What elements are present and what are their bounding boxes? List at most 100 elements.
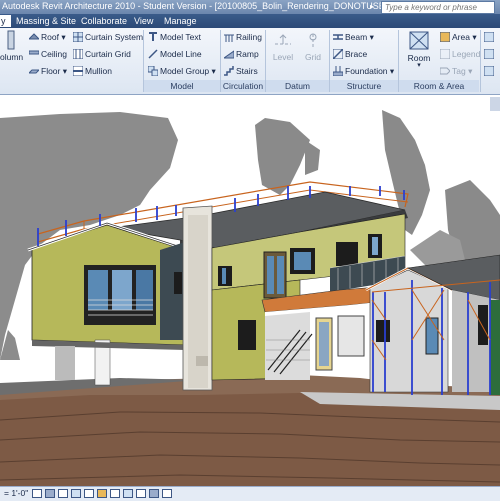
stairs-button[interactable]: Stairs [224, 65, 258, 78]
window-pane [136, 270, 153, 310]
upper-window [336, 242, 358, 266]
curtain-system-button[interactable]: Curtain System [73, 31, 143, 44]
tab-collaborate[interactable]: Collaborate [81, 15, 127, 27]
stairs-icon [224, 66, 234, 76]
roof-button[interactable]: Roof ▾ [29, 31, 66, 44]
3d-viewport[interactable] [0, 95, 500, 486]
floor-icon [29, 69, 39, 74]
ribbon: olumn Roof ▾ Ceiling Floor ▾ Curtain Sys… [0, 28, 500, 95]
structure-panel-label: Structure [330, 80, 398, 92]
mullion-button[interactable]: Mullion [73, 65, 112, 78]
foundation-button[interactable]: Foundation ▾ [333, 65, 394, 78]
brace-button[interactable]: Brace [333, 48, 367, 61]
clipped-tool-button[interactable] [484, 31, 496, 44]
legend-icon [440, 49, 450, 59]
datum-panel-label: Datum [266, 80, 329, 92]
curtain-grid-button[interactable]: Curtain Grid [73, 48, 131, 61]
grid-button[interactable]: Grid [301, 32, 325, 62]
room-icon [409, 31, 429, 50]
floor-button[interactable]: Floor ▾ [29, 65, 67, 78]
undercroft [55, 346, 75, 380]
clipped-tool-button[interactable] [484, 48, 496, 61]
analysis-icon[interactable] [149, 489, 159, 498]
roof-label: Roof [41, 32, 59, 42]
railing-icon [224, 34, 234, 42]
brace-label: Brace [345, 49, 368, 59]
area-button[interactable]: Area ▾ [440, 31, 477, 44]
tag-label: Tag [452, 66, 466, 76]
tab-view[interactable]: View [134, 15, 153, 27]
model-line-button[interactable]: Model Line [148, 48, 202, 61]
right-window [478, 305, 488, 345]
curtain-system-icon [73, 32, 83, 42]
railing-button[interactable]: Railing [224, 31, 262, 44]
view-control-bar: = 1'-0" [0, 486, 500, 501]
temporary-hide-icon[interactable] [123, 489, 133, 498]
door-glass [319, 322, 329, 366]
lower-window [238, 320, 256, 350]
column-icon [7, 30, 15, 50]
tool-icon [484, 49, 494, 59]
model-text-button[interactable]: Model Text [148, 31, 201, 44]
level-icon [275, 34, 291, 45]
level-label: Level [272, 52, 294, 62]
stairs-label: Stairs [236, 66, 258, 76]
tag-button[interactable]: Tag ▾ [440, 65, 472, 78]
model-group-button[interactable]: Model Group ▾ [148, 65, 216, 78]
curtain-system-label: Curtain System [85, 32, 144, 42]
window-pane [372, 237, 378, 255]
lower-wall-panel [337, 315, 365, 357]
curtain-grid-label: Curtain Grid [85, 49, 131, 59]
model-text-label: Model Text [160, 32, 201, 42]
tab-home[interactable]: y [0, 15, 11, 27]
grid-icon [309, 33, 317, 48]
floor-label: Floor [41, 66, 61, 76]
tool-icon [484, 66, 494, 76]
view-option-icon[interactable] [162, 489, 172, 498]
reveal-hidden-icon[interactable] [136, 489, 146, 498]
beam-button[interactable]: Beam ▾ [333, 31, 374, 44]
tab-massing-site[interactable]: Massing & Site [16, 15, 76, 27]
model-panel-label: Model [144, 80, 220, 92]
search-box[interactable] [381, 1, 495, 14]
search-input[interactable] [382, 2, 494, 13]
mullion-label: Mullion [85, 66, 112, 76]
grid-label: Grid [304, 52, 322, 62]
ramp-icon [224, 50, 234, 59]
ceiling-label: Ceiling [41, 49, 67, 59]
crop-region-icon[interactable] [97, 489, 107, 498]
window-pane [88, 270, 108, 310]
room-area-panel-label: Room & Area [399, 80, 479, 92]
chimney-detail [196, 356, 208, 366]
tab-manage[interactable]: Manage [164, 15, 197, 27]
legend-label: Legend [452, 49, 481, 59]
ceiling-icon [29, 50, 39, 55]
crop-icon[interactable] [84, 489, 94, 498]
window-pane [112, 270, 132, 310]
area-label: Area [452, 32, 470, 42]
expand-arrow-icon[interactable]: ▸ [370, 2, 379, 11]
lock-view-icon[interactable] [110, 489, 120, 498]
building-3d-model[interactable] [0, 95, 500, 486]
room-button[interactable]: Room ▾ [404, 31, 434, 69]
scale-readout[interactable]: = 1'-0" [4, 488, 28, 498]
right-door [425, 317, 439, 355]
circulation-panel-label: Circulation [221, 80, 265, 92]
window-title: Autodesk Revit Architecture 2010 - Stude… [2, 1, 429, 11]
level-button[interactable]: Level [270, 32, 296, 62]
title-bar: Autodesk Revit Architecture 2010 - Stude… [0, 0, 500, 15]
viewport-scrollbar[interactable] [490, 97, 500, 111]
tree-silhouette [305, 140, 320, 175]
foundation-label: Foundation [345, 66, 388, 76]
ceiling-button[interactable]: Ceiling [29, 48, 67, 61]
curtain-grid-icon [73, 49, 83, 59]
detail-level-icon[interactable] [32, 489, 42, 498]
ramp-button[interactable]: Ramp [224, 48, 259, 61]
visual-style-icon[interactable] [45, 489, 55, 498]
legend-button[interactable]: Legend [440, 48, 480, 61]
clipped-tool-button[interactable] [484, 65, 496, 78]
render-icon[interactable] [71, 489, 81, 498]
column-button[interactable]: olumn [0, 30, 23, 62]
shadows-icon[interactable] [58, 489, 68, 498]
room-dropdown-icon[interactable]: ▾ [404, 62, 434, 69]
